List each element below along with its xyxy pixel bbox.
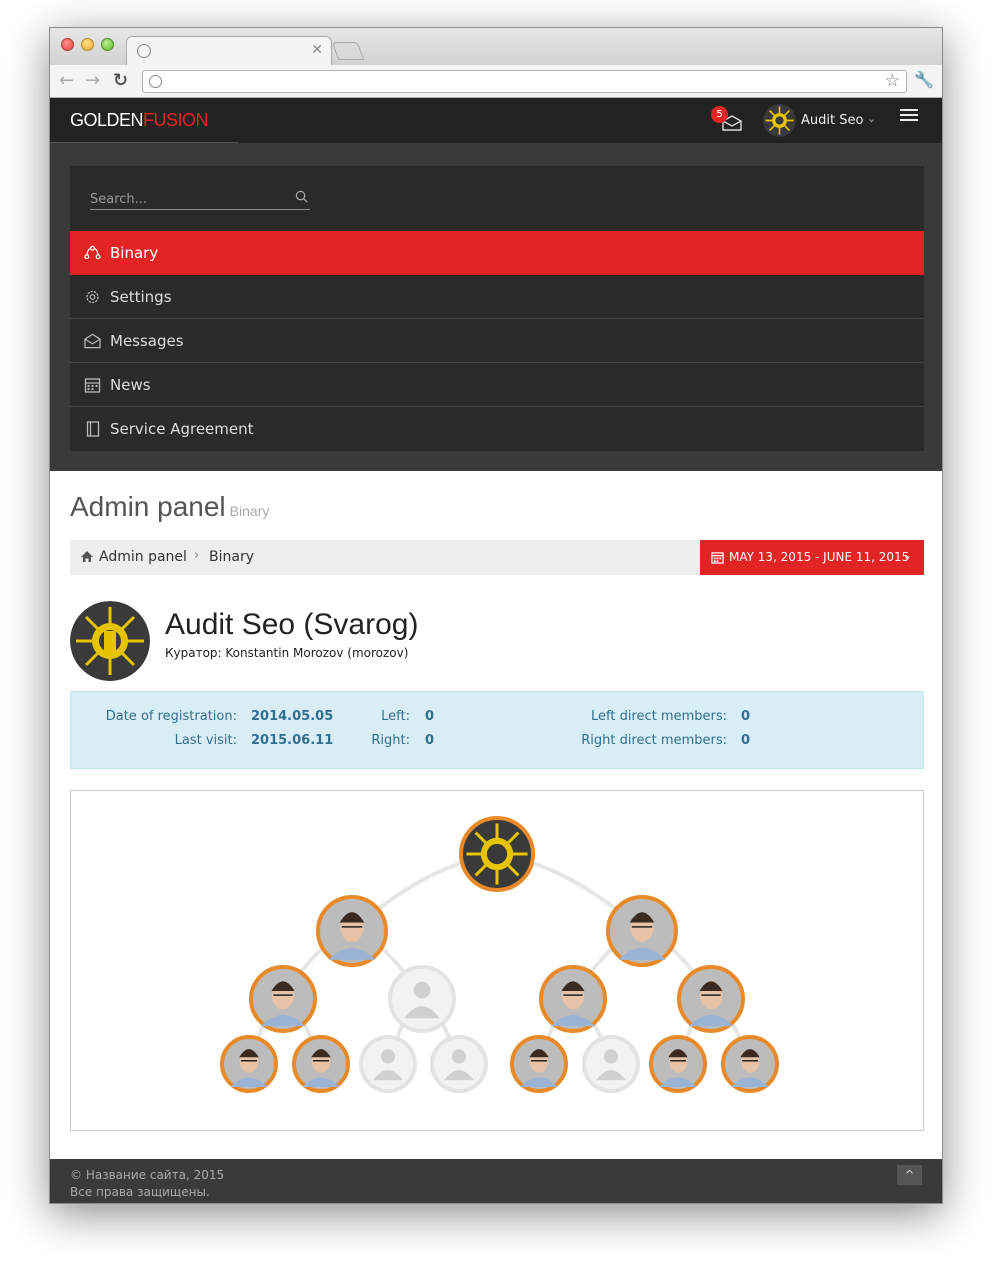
tree-node-member[interactable]: [677, 965, 745, 1033]
search-box: [90, 188, 310, 210]
page-title-text: Admin panel: [70, 491, 226, 522]
address-bar[interactable]: ☆: [142, 70, 907, 93]
breadcrumb-current: Binary: [209, 549, 254, 565]
close-tab-icon[interactable]: ✕: [311, 42, 323, 58]
tree-node-member[interactable]: [649, 1035, 707, 1093]
search-input[interactable]: [90, 192, 290, 207]
sidebar-item-label: News: [110, 376, 151, 394]
tree-node-empty[interactable]: [388, 965, 456, 1033]
right-direct-members-label: Right direct members:: [581, 733, 727, 748]
back-arrow-icon[interactable]: ←: [59, 70, 74, 92]
unread-count-badge: 5: [711, 106, 728, 123]
tree-node-member[interactable]: [606, 895, 678, 967]
last-visit-value: 2015.06.11: [251, 733, 334, 748]
browser-tab[interactable]: ✕: [126, 36, 332, 66]
page-title: Admin panel Binary: [70, 491, 269, 523]
tree-node-member[interactable]: [721, 1035, 779, 1093]
reload-icon[interactable]: ↻: [113, 70, 128, 92]
sidebar-item-news[interactable]: News: [70, 363, 924, 407]
avatar: [763, 104, 796, 137]
left-direct-members-label: Left direct members:: [591, 709, 727, 724]
profile-avatar: [70, 601, 150, 681]
scroll-to-top-button[interactable]: ^: [897, 1165, 922, 1185]
browser-toolbar: ← → ↻ ☆ 🔧: [50, 65, 942, 98]
home-icon: [81, 551, 93, 562]
new-tab-button[interactable]: [331, 42, 365, 60]
messages-button[interactable]: 5: [711, 106, 744, 132]
breadcrumb: Admin panel › Binary MAY 13, 2015 - JUNE…: [70, 540, 924, 575]
stats-panel: Date of registration: 2014.05.05 Last vi…: [70, 691, 924, 769]
user-name: Audit Seo: [801, 113, 864, 128]
tree-node-member[interactable]: [510, 1035, 568, 1093]
sidebar-item-label: Messages: [110, 332, 184, 350]
right-label: Right:: [371, 733, 410, 748]
tree-node-empty[interactable]: [582, 1035, 640, 1093]
logo-text-fusion: FUSION: [143, 110, 209, 130]
star-icon[interactable]: ☆: [885, 71, 900, 91]
close-window-button[interactable]: [61, 38, 74, 51]
registration-date-label: Date of registration:: [105, 709, 237, 724]
globe-icon: [149, 75, 162, 88]
profile-curator: Куратор: Konstantin Morozov (morozov): [165, 646, 409, 660]
left-direct-members-value: 0: [741, 709, 751, 724]
last-visit-label: Last visit:: [174, 733, 237, 748]
minimize-window-button[interactable]: [81, 38, 94, 51]
sidebar-item-messages[interactable]: Messages: [70, 319, 924, 363]
navigation-panel: Binary Settings Messages News Service Ag…: [70, 166, 924, 451]
navigation-area: Binary Settings Messages News Service Ag…: [50, 143, 942, 471]
search-icon[interactable]: [295, 190, 308, 203]
binary-tree-icon: [84, 245, 101, 260]
app-header: GOLDENFUSION 5 Audit Seo ⌄: [50, 98, 942, 143]
tree-node-member[interactable]: [316, 895, 388, 967]
tree-node-empty[interactable]: [359, 1035, 417, 1093]
left-label: Left:: [381, 709, 410, 724]
chevron-down-icon: ⌄: [867, 112, 877, 125]
tree-node-member[interactable]: [292, 1035, 350, 1093]
breadcrumb-home-link[interactable]: Admin panel: [99, 549, 187, 565]
logo[interactable]: GOLDENFUSION: [50, 98, 238, 143]
page-subtitle: Binary: [229, 503, 270, 519]
right-value: 0: [425, 733, 435, 748]
footer-rights: Все права защищены.: [70, 1185, 210, 1199]
envelope-icon: [84, 333, 101, 349]
tree-node-root[interactable]: [459, 816, 535, 892]
chevron-right-icon: ›: [194, 548, 200, 563]
sidebar-item-label: Binary: [110, 244, 159, 262]
tree-node-member[interactable]: [539, 965, 607, 1033]
date-range-text: MAY 13, 2015 - JUNE 11, 2015: [729, 550, 910, 564]
footer: © Название сайта, 2015 Все права защищен…: [50, 1159, 942, 1203]
tree-node-empty[interactable]: [430, 1035, 488, 1093]
forward-arrow-icon[interactable]: →: [85, 70, 100, 92]
calendar-icon: [84, 378, 101, 393]
tree-node-member[interactable]: [249, 965, 317, 1033]
date-range-picker[interactable]: MAY 13, 2015 - JUNE 11, 2015 ⌄: [700, 540, 924, 575]
footer-copyright: © Название сайта, 2015: [70, 1168, 225, 1182]
maximize-window-button[interactable]: [101, 38, 114, 51]
globe-icon: [137, 44, 151, 58]
gear-icon: [86, 290, 99, 304]
chevron-down-icon: ⌄: [902, 549, 912, 562]
left-value: 0: [425, 709, 435, 724]
sidebar-item-service-agreement[interactable]: Service Agreement: [70, 407, 924, 451]
binary-tree: [70, 790, 924, 1131]
notebook-icon: [86, 421, 100, 437]
right-direct-members-value: 0: [741, 733, 751, 748]
hamburger-menu-icon[interactable]: [900, 109, 918, 124]
sidebar-item-label: Settings: [110, 288, 172, 306]
sidebar-menu: Binary Settings Messages News Service Ag…: [70, 231, 924, 451]
profile-name: Audit Seo (Svarog): [165, 608, 419, 641]
calendar-icon: [711, 552, 724, 564]
sidebar-item-binary[interactable]: Binary: [70, 231, 924, 275]
browser-tab-strip: ✕: [50, 28, 942, 66]
browser-window: ✕ ← → ↻ ☆ 🔧 GOLDENFUSION 5 Audit Seo ⌄ S…: [49, 27, 943, 1204]
binary-tree-canvas: [220, 816, 779, 1093]
logo-text-golden: GOLDEN: [70, 110, 144, 130]
sidebar-item-settings[interactable]: Settings: [70, 275, 924, 319]
registration-date-value: 2014.05.05: [251, 709, 334, 724]
tree-node-member[interactable]: [220, 1035, 278, 1093]
wrench-icon[interactable]: 🔧: [914, 70, 934, 89]
sidebar-item-label: Service Agreement: [110, 420, 254, 438]
